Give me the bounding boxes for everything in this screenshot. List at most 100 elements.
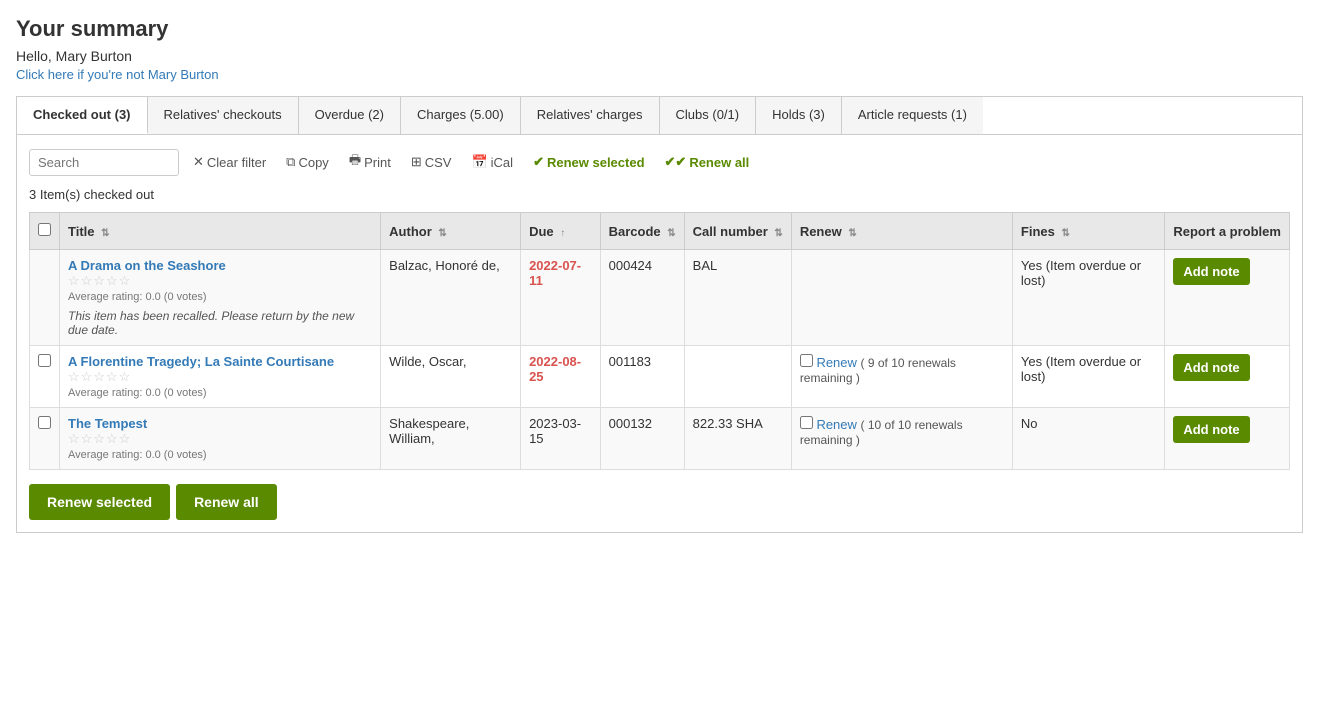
row2-rating: Average rating: 0.0 (0 votes) — [68, 387, 372, 399]
row1-renew-cell — [791, 250, 1012, 346]
row2-due-cell: 2022-08-25 — [521, 346, 601, 408]
renew-selected-button-bottom[interactable]: Renew selected — [29, 484, 170, 520]
tab-relatives-checkouts[interactable]: Relatives' checkouts — [148, 97, 299, 134]
row1-stars[interactable]: ☆☆☆☆☆ — [68, 273, 372, 289]
barcode-header: Barcode ⇅ — [600, 213, 684, 250]
renew-sort-icon[interactable]: ⇅ — [848, 228, 856, 239]
row3-add-note-button[interactable]: Add note — [1173, 416, 1249, 443]
row1-title-link[interactable]: A Drama on the Seashore — [68, 258, 226, 273]
row2-select-checkbox[interactable] — [38, 354, 51, 367]
main-panel: ✕ Clear filter ⧉ Copy 🖶 Print ⊞ CSV 📅 iC… — [16, 135, 1303, 533]
times-icon: ✕ — [193, 154, 204, 170]
row1-due-date: 2022-07-11 — [529, 258, 581, 288]
row1-due-cell: 2022-07-11 — [521, 250, 601, 346]
copy-icon: ⧉ — [286, 154, 295, 170]
clear-filter-button[interactable]: ✕ Clear filter — [187, 150, 272, 174]
row1-author-cell: Balzac, Honoré de, — [381, 250, 521, 346]
call-number-header: Call number ⇅ — [684, 213, 791, 250]
row2-call-number-cell — [684, 346, 791, 408]
calendar-icon: 📅 — [471, 154, 487, 170]
row2-add-note-button[interactable]: Add note — [1173, 354, 1249, 381]
row3-renew-link[interactable]: Renew — [816, 417, 856, 432]
row2-report-cell: Add note — [1165, 346, 1290, 408]
row3-due-cell: 2023-03-15 — [521, 408, 601, 470]
row3-renew-checkbox[interactable] — [800, 416, 813, 429]
row3-checkbox-cell — [30, 408, 60, 470]
items-count: 3 Item(s) checked out — [29, 187, 1290, 202]
author-header: Author ⇅ — [381, 213, 521, 250]
copy-button[interactable]: ⧉ Copy — [280, 150, 335, 174]
table-row: A Florentine Tragedy; La Sainte Courtisa… — [30, 346, 1290, 408]
fines-header: Fines ⇅ — [1012, 213, 1164, 250]
print-button[interactable]: 🖶 Print — [343, 147, 397, 177]
row1-rating: Average rating: 0.0 (0 votes) — [68, 291, 372, 303]
row1-report-cell: Add note — [1165, 250, 1290, 346]
row2-renew-cell: Renew ( 9 of 10 renewals remaining ) — [791, 346, 1012, 408]
tab-charges[interactable]: Charges (5.00) — [401, 97, 521, 134]
table-row: The Tempest ☆☆☆☆☆ Average rating: 0.0 (0… — [30, 408, 1290, 470]
bottom-toolbar: Renew selected Renew all — [29, 484, 1290, 520]
author-sort-icon[interactable]: ⇅ — [438, 228, 446, 239]
tab-relatives-charges[interactable]: Relatives' charges — [521, 97, 660, 134]
row2-title-cell: A Florentine Tragedy; La Sainte Courtisa… — [60, 346, 381, 408]
row3-rating: Average rating: 0.0 (0 votes) — [68, 449, 372, 461]
row3-select-checkbox[interactable] — [38, 416, 51, 429]
due-sort-icon[interactable]: ↑ — [560, 228, 565, 239]
renew-all-button-bottom[interactable]: Renew all — [176, 484, 277, 520]
row1-call-number-cell: BAL — [684, 250, 791, 346]
renew-selected-button-top[interactable]: ✔ Renew selected — [527, 150, 650, 174]
tab-article-requests[interactable]: Article requests (1) — [842, 97, 983, 134]
row1-checkbox-cell — [30, 250, 60, 346]
row3-renew-cell: Renew ( 10 of 10 renewals remaining ) — [791, 408, 1012, 470]
report-problem-header: Report a problem — [1165, 213, 1290, 250]
search-input[interactable] — [29, 149, 179, 176]
row2-fines-cell: Yes (Item overdue or lost) — [1012, 346, 1164, 408]
due-header: Due ↑ — [521, 213, 601, 250]
row2-checkbox-cell — [30, 346, 60, 408]
row2-due-date: 2022-08-25 — [529, 354, 581, 384]
row1-add-note-button[interactable]: Add note — [1173, 258, 1249, 285]
row3-call-number-cell: 822.33 SHA — [684, 408, 791, 470]
row2-author-cell: Wilde, Oscar, — [381, 346, 521, 408]
row1-title-cell: A Drama on the Seashore ☆☆☆☆☆ Average ra… — [60, 250, 381, 346]
toolbar: ✕ Clear filter ⧉ Copy 🖶 Print ⊞ CSV 📅 iC… — [29, 147, 1290, 177]
greeting: Hello, Mary Burton — [16, 48, 1303, 64]
ical-button[interactable]: 📅 iCal — [465, 150, 519, 174]
row2-renew-checkbox[interactable] — [800, 354, 813, 367]
row2-title-link[interactable]: A Florentine Tragedy; La Sainte Courtisa… — [68, 354, 334, 369]
renew-all-button-top[interactable]: ✔✔ Renew all — [659, 150, 756, 174]
row2-stars[interactable]: ☆☆☆☆☆ — [68, 369, 372, 385]
table-row: A Drama on the Seashore ☆☆☆☆☆ Average ra… — [30, 250, 1290, 346]
page-title: Your summary — [16, 16, 1303, 42]
barcode-sort-icon[interactable]: ⇅ — [667, 228, 675, 239]
row3-due-date: 2023-03-15 — [529, 416, 581, 446]
row3-barcode-cell: 000132 — [600, 408, 684, 470]
fines-sort-icon[interactable]: ⇅ — [1062, 228, 1070, 239]
row2-barcode-cell: 001183 — [600, 346, 684, 408]
tab-checked-out[interactable]: Checked out (3) — [17, 97, 148, 134]
row3-report-cell: Add note — [1165, 408, 1290, 470]
csv-button[interactable]: ⊞ CSV — [405, 150, 458, 174]
checkout-table: Title ⇅ Author ⇅ Due ↑ Barcode ⇅ Call nu… — [29, 212, 1290, 470]
call-number-sort-icon[interactable]: ⇅ — [774, 228, 782, 239]
grid-icon: ⊞ — [411, 154, 422, 170]
select-all-header — [30, 213, 60, 250]
print-icon: 🖶 — [349, 151, 361, 173]
row1-barcode-cell: 000424 — [600, 250, 684, 346]
check-icon: ✔ — [533, 154, 544, 170]
title-sort-icon[interactable]: ⇅ — [101, 228, 109, 239]
row1-fines-cell: Yes (Item overdue or lost) — [1012, 250, 1164, 346]
renew-header: Renew ⇅ — [791, 213, 1012, 250]
row3-title-cell: The Tempest ☆☆☆☆☆ Average rating: 0.0 (0… — [60, 408, 381, 470]
row3-stars[interactable]: ☆☆☆☆☆ — [68, 431, 372, 447]
not-you-link[interactable]: Click here if you're not Mary Burton — [16, 67, 219, 82]
row1-recall-notice: This item has been recalled. Please retu… — [68, 309, 372, 337]
row3-author-cell: Shakespeare, William, — [381, 408, 521, 470]
tab-clubs[interactable]: Clubs (0/1) — [660, 97, 757, 134]
select-all-checkbox[interactable] — [38, 223, 51, 236]
row2-renew-link[interactable]: Renew — [816, 355, 856, 370]
tabs-container: Checked out (3) Relatives' checkouts Ove… — [16, 96, 1303, 135]
tab-overdue[interactable]: Overdue (2) — [299, 97, 401, 134]
tab-holds[interactable]: Holds (3) — [756, 97, 842, 134]
row3-title-link[interactable]: The Tempest — [68, 416, 147, 431]
